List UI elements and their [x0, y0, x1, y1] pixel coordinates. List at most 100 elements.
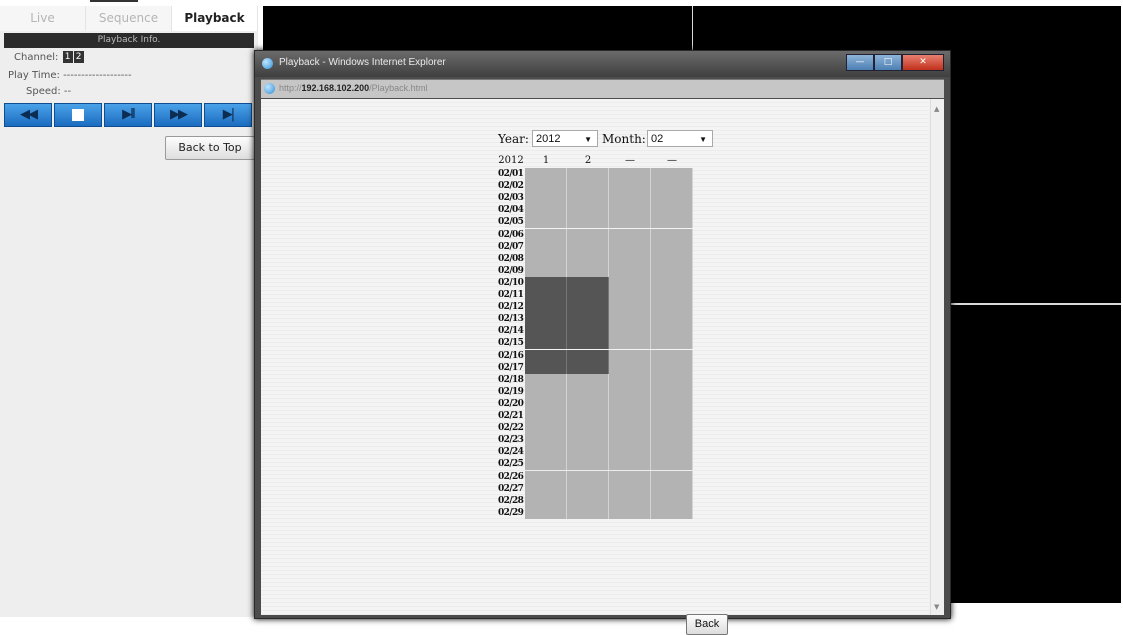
recording-cell-ch1[interactable] [525, 313, 567, 326]
recording-cell-ch3[interactable] [609, 494, 651, 507]
recording-cell-ch1[interactable] [525, 264, 567, 277]
recording-cell-ch1[interactable] [525, 337, 567, 350]
recording-cell-ch2[interactable] [567, 373, 609, 386]
recording-cell-ch2[interactable] [567, 192, 609, 205]
recording-cell-ch2[interactable] [567, 506, 609, 519]
recording-cell-ch1[interactable] [525, 204, 567, 217]
recording-cell-ch4[interactable] [651, 410, 693, 422]
recording-cell-ch1[interactable] [525, 494, 567, 507]
recording-cell-ch3[interactable] [609, 192, 651, 205]
recording-cell-ch3[interactable] [609, 301, 651, 314]
back-button[interactable]: Back [686, 614, 728, 635]
recording-cell-ch3[interactable] [609, 410, 651, 422]
recording-cell-ch1[interactable] [525, 361, 567, 374]
recording-cell-ch2[interactable] [567, 264, 609, 277]
recording-cell-ch3[interactable] [609, 180, 651, 193]
recording-cell-ch1[interactable] [525, 349, 567, 362]
recording-cell-ch1[interactable] [525, 276, 567, 289]
recording-cell-ch3[interactable] [609, 446, 651, 459]
recording-cell-ch3[interactable] [609, 204, 651, 217]
recording-cell-ch2[interactable] [567, 349, 609, 362]
recording-cell-ch1[interactable] [525, 192, 567, 205]
recording-cell-ch4[interactable] [651, 325, 693, 338]
recording-cell-ch1[interactable] [525, 482, 567, 495]
rewind-button[interactable]: ◀◀ [4, 103, 52, 127]
recording-cell-ch3[interactable] [609, 385, 651, 398]
tab-live[interactable]: Live [0, 6, 86, 31]
recording-cell-ch1[interactable] [525, 397, 567, 410]
recording-cell-ch2[interactable] [567, 397, 609, 410]
recording-cell-ch4[interactable] [651, 506, 693, 519]
scroll-up-icon[interactable]: ▲ [934, 105, 939, 113]
recording-cell-ch3[interactable] [609, 216, 651, 229]
recording-cell-ch4[interactable] [651, 422, 693, 435]
recording-cell-ch4[interactable] [651, 276, 693, 289]
recording-cell-ch2[interactable] [567, 240, 609, 253]
recording-cell-ch1[interactable] [525, 446, 567, 459]
recording-cell-ch3[interactable] [609, 289, 651, 301]
recording-cell-ch1[interactable] [525, 252, 567, 265]
fast-forward-button[interactable]: ▶▶ [154, 103, 202, 127]
recording-cell-ch2[interactable] [567, 252, 609, 265]
recording-cell-ch3[interactable] [609, 434, 651, 447]
recording-cell-ch4[interactable] [651, 434, 693, 447]
recording-cell-ch1[interactable] [525, 301, 567, 314]
back-to-top-button[interactable]: Back to Top [165, 136, 255, 160]
recording-cell-ch3[interactable] [609, 313, 651, 326]
channel-2-button[interactable]: 2 [73, 51, 84, 63]
tab-sequence[interactable]: Sequence [86, 6, 172, 31]
recording-cell-ch4[interactable] [651, 204, 693, 217]
recording-cell-ch4[interactable] [651, 494, 693, 507]
recording-cell-ch1[interactable] [525, 410, 567, 422]
play-pause-button[interactable]: ▶II [104, 103, 152, 127]
recording-cell-ch2[interactable] [567, 337, 609, 350]
recording-cell-ch1[interactable] [525, 470, 567, 483]
recording-cell-ch3[interactable] [609, 470, 651, 483]
recording-cell-ch1[interactable] [525, 458, 567, 471]
month-select[interactable]: 02 ▼ [647, 130, 713, 147]
recording-cell-ch4[interactable] [651, 313, 693, 326]
recording-cell-ch4[interactable] [651, 385, 693, 398]
recording-cell-ch3[interactable] [609, 422, 651, 435]
tab-playback[interactable]: Playback [172, 6, 258, 31]
minimize-button[interactable]: — [846, 54, 874, 71]
recording-cell-ch1[interactable] [525, 373, 567, 386]
recording-cell-ch3[interactable] [609, 458, 651, 471]
recording-cell-ch3[interactable] [609, 361, 651, 374]
recording-cell-ch4[interactable] [651, 349, 693, 362]
recording-cell-ch4[interactable] [651, 289, 693, 301]
recording-cell-ch3[interactable] [609, 264, 651, 277]
recording-cell-ch4[interactable] [651, 446, 693, 459]
recording-cell-ch1[interactable] [525, 289, 567, 301]
recording-cell-ch4[interactable] [651, 301, 693, 314]
recording-cell-ch3[interactable] [609, 397, 651, 410]
recording-cell-ch4[interactable] [651, 337, 693, 350]
recording-cell-ch4[interactable] [651, 361, 693, 374]
recording-cell-ch2[interactable] [567, 276, 609, 289]
recording-cell-ch3[interactable] [609, 373, 651, 386]
recording-cell-ch2[interactable] [567, 470, 609, 483]
recording-cell-ch1[interactable] [525, 506, 567, 519]
recording-cell-ch4[interactable] [651, 192, 693, 205]
recording-cell-ch4[interactable] [651, 458, 693, 471]
stop-button[interactable] [54, 103, 102, 127]
recording-cell-ch2[interactable] [567, 313, 609, 326]
recording-cell-ch4[interactable] [651, 168, 693, 180]
address-bar[interactable]: http://192.168.102.200/Playback.html [261, 79, 944, 98]
recording-cell-ch4[interactable] [651, 373, 693, 386]
recording-cell-ch4[interactable] [651, 482, 693, 495]
scroll-down-icon[interactable]: ▼ [934, 603, 939, 611]
recording-cell-ch2[interactable] [567, 446, 609, 459]
recording-cell-ch3[interactable] [609, 252, 651, 265]
recording-cell-ch2[interactable] [567, 410, 609, 422]
recording-cell-ch2[interactable] [567, 434, 609, 447]
recording-cell-ch4[interactable] [651, 216, 693, 229]
recording-cell-ch3[interactable] [609, 168, 651, 180]
recording-cell-ch3[interactable] [609, 482, 651, 495]
recording-cell-ch1[interactable] [525, 216, 567, 229]
recording-cell-ch3[interactable] [609, 506, 651, 519]
recording-cell-ch4[interactable] [651, 252, 693, 265]
recording-cell-ch1[interactable] [525, 422, 567, 435]
recording-cell-ch4[interactable] [651, 180, 693, 193]
step-forward-button[interactable]: ▶| [204, 103, 252, 127]
